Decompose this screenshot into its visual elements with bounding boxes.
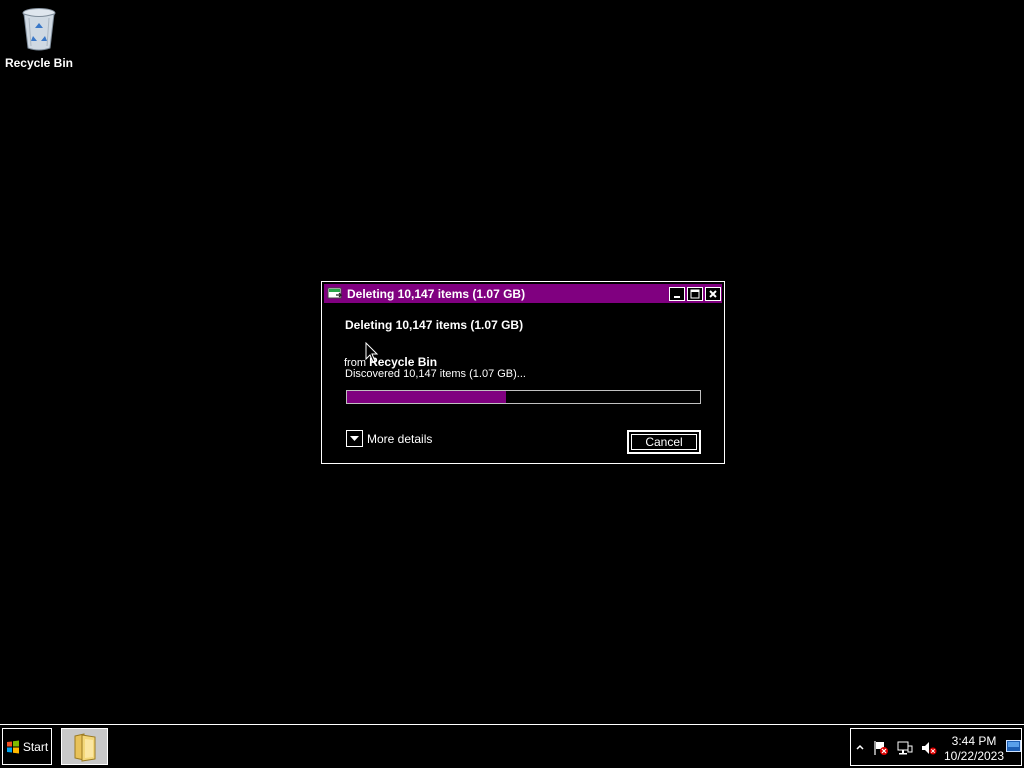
close-button[interactable] (705, 286, 721, 301)
start-button[interactable]: Start (2, 728, 52, 765)
cancel-button-label: Cancel (645, 435, 683, 449)
system-tray: 3:44 PM 10/22/2023 (850, 728, 1022, 766)
progress-bar (346, 390, 701, 404)
expand-button[interactable] (346, 430, 363, 447)
source-line: from Recycle Bin (344, 355, 437, 369)
cancel-button[interactable]: Cancel (627, 430, 701, 454)
close-icon (709, 289, 717, 298)
more-details-toggle[interactable]: More details (346, 430, 432, 447)
dialog-title: Deleting 10,147 items (1.07 GB) (347, 286, 526, 301)
taskbar-clock[interactable]: 3:44 PM 10/22/2023 (943, 734, 1005, 764)
action-center-flag-icon (874, 741, 888, 755)
show-desktop-icon[interactable] (1006, 739, 1021, 754)
recycle-bin-icon (21, 6, 57, 52)
minimize-button[interactable] (669, 286, 685, 301)
start-label: Start (22, 739, 49, 754)
show-hidden-icons-icon (856, 744, 864, 750)
status-text: Discovered 10,147 items (1.07 GB)... (345, 368, 526, 380)
network-button[interactable] (897, 740, 913, 756)
dialog-titlebar[interactable]: Deleting 10,147 items (1.07 GB) (324, 284, 722, 303)
action-center-button[interactable] (873, 740, 889, 756)
network-icon (897, 741, 913, 755)
show-hidden-icons-button[interactable] (852, 740, 868, 756)
minimize-icon (674, 295, 680, 298)
progress-bar-fill (347, 391, 506, 403)
mouse-cursor-icon (365, 342, 379, 363)
volume-button[interactable] (921, 740, 937, 756)
more-details-label: More details (367, 431, 433, 446)
folder-icon (74, 732, 95, 762)
source-location-link[interactable]: Recycle Bin (369, 355, 437, 369)
dialog-heading: Deleting 10,147 items (1.07 GB) (345, 318, 524, 332)
desktop-icon-recycle-bin[interactable]: Recycle Bin (2, 6, 76, 70)
taskbar: Start 3:44 PM 10/22/2023 (0, 724, 1024, 768)
taskbar-explorer-button[interactable] (61, 728, 108, 765)
delete-operation-icon (327, 286, 343, 302)
windows-logo-icon (6, 740, 19, 753)
maximize-button[interactable] (687, 286, 703, 301)
desktop: Recycle Bin Deleting 10,147 items (1.07 … (0, 0, 1024, 724)
desktop-icon-label: Recycle Bin (4, 56, 74, 70)
volume-muted-icon (922, 742, 937, 755)
maximize-icon (690, 289, 700, 298)
clock-date: 10/22/2023 (943, 749, 1005, 763)
delete-progress-dialog: Deleting 10,147 items (1.07 GB) Deleting… (321, 281, 725, 464)
chevron-down-icon (350, 435, 359, 441)
clock-time: 3:44 PM (951, 734, 997, 748)
